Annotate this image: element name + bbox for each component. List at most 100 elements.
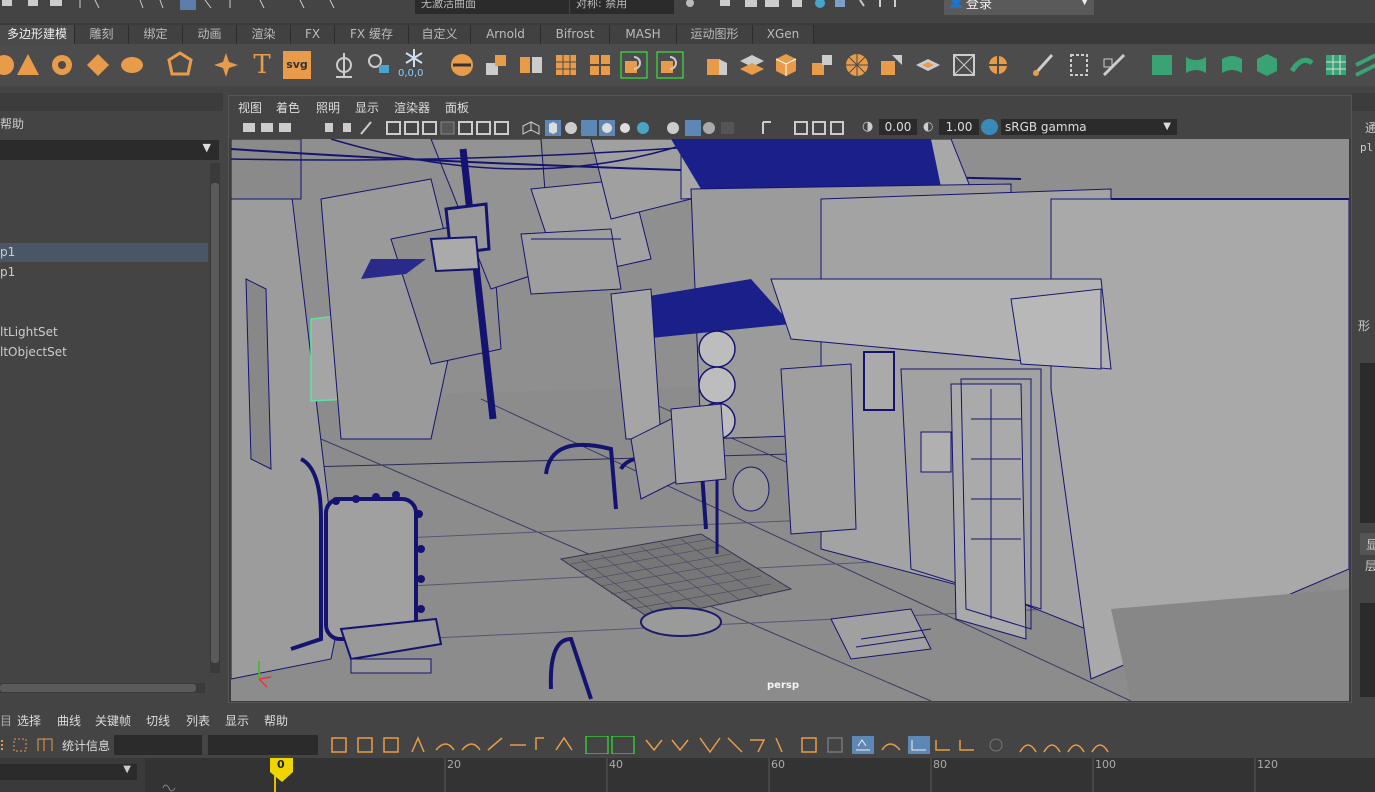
login-combo[interactable]: 👤 登录 ▼ <box>944 0 1094 15</box>
active-surface-combo[interactable]: 无激活曲面 <box>415 0 569 14</box>
exposure-icon: ◑ <box>862 119 874 134</box>
bevel-icon[interactable] <box>772 51 800 79</box>
stats-field-1[interactable] <box>114 735 202 755</box>
tab-rendering[interactable]: 渲染 <box>237 25 291 44</box>
stats-field-2[interactable] <box>208 735 318 755</box>
target-weld-icon[interactable] <box>878 51 906 79</box>
tab-mash[interactable]: MASH <box>610 25 677 44</box>
menu-shading[interactable]: 着色 <box>276 99 300 116</box>
tab-arnold[interactable]: Arnold <box>471 25 541 44</box>
tab-custom[interactable]: 自定义 <box>409 25 471 44</box>
colorspace-toggle[interactable] <box>981 119 998 135</box>
retopo-icon[interactable] <box>620 51 648 79</box>
graph-select-icons[interactable] <box>0 736 60 754</box>
menu-keys[interactable]: 关键帧 <box>95 712 131 729</box>
uv-sphere-icon[interactable] <box>984 51 1012 79</box>
svg-tool-icon[interactable]: svg <box>283 51 311 79</box>
menu-list[interactable]: 列表 <box>186 712 210 729</box>
tab-bifrost[interactable]: Bifrost <box>541 25 610 44</box>
bridge-icon[interactable] <box>738 51 766 79</box>
outliner-hscroll-thumb[interactable] <box>0 684 196 692</box>
menu-lighting[interactable]: 照明 <box>316 99 340 116</box>
nurbs-grid-icon[interactable] <box>1322 51 1350 79</box>
colorspace-combo[interactable]: sRGB gamma ▼ <box>1001 119 1177 135</box>
timeline-ruler[interactable] <box>145 758 1375 792</box>
poly-disc-icon[interactable] <box>118 51 146 79</box>
viewport-toolbar-icons-2[interactable] <box>759 120 859 136</box>
menu-tangents[interactable]: 切线 <box>146 712 170 729</box>
outliner-help-menu[interactable]: 帮助 <box>0 115 24 132</box>
pivot-icon[interactable] <box>330 51 358 79</box>
render-toolbar-icons[interactable] <box>680 0 940 14</box>
nurbs-extra-icon[interactable] <box>1352 51 1375 79</box>
outliner-item-object-set[interactable]: ltObjectSet <box>0 343 208 362</box>
3d-scene-view[interactable]: persp <box>231 139 1349 701</box>
sparkle-icon[interactable] <box>212 51 240 79</box>
multicut-icon[interactable] <box>843 51 871 79</box>
viewport-toolbar-icons[interactable] <box>233 120 753 136</box>
shape-list[interactable] <box>1360 363 1375 523</box>
shelf: T svg 0,0,0 <box>0 44 1375 86</box>
outliner-item[interactable]: p1 <box>0 263 208 282</box>
current-frame-marker[interactable]: 0 <box>277 758 285 771</box>
tab-animation[interactable]: 动画 <box>183 25 237 44</box>
smooth-icon[interactable] <box>552 51 580 79</box>
nurbs-plane-icon[interactable] <box>1182 51 1210 79</box>
layer-list[interactable] <box>1360 603 1375 697</box>
nurbs-cylinder-icon[interactable] <box>1218 51 1246 79</box>
extrude-icon[interactable] <box>703 51 731 79</box>
remesh-icon[interactable] <box>586 51 614 79</box>
tab-rigging[interactable]: 绑定 <box>129 25 183 44</box>
platonic-solid-icon[interactable] <box>166 51 194 79</box>
poly-torus-icon[interactable] <box>48 51 76 79</box>
tab-xgen[interactable]: XGen <box>753 25 814 44</box>
tab-fx-cache[interactable]: FX 缓存 <box>335 25 409 44</box>
gamma-field[interactable]: 1.00 <box>939 119 979 135</box>
tab-polygon-modeling[interactable]: 多边形建模 <box>0 25 75 44</box>
attribute-tab-label[interactable]: 通 <box>1365 119 1375 136</box>
graph-tangent-icons[interactable] <box>330 736 1120 754</box>
time-slider[interactable]: ▼ 0 20 40 60 80 100 120 <box>0 758 1375 792</box>
lattice-icon[interactable] <box>1065 51 1093 79</box>
symmetry-combo[interactable]: 对称: 禁用 <box>570 0 674 14</box>
tab-fx[interactable]: FX <box>291 25 335 44</box>
fill-hole-icon[interactable] <box>914 51 942 79</box>
nurbs-cube-icon[interactable] <box>1253 51 1281 79</box>
exposure-field[interactable]: 0.00 <box>879 119 917 135</box>
menu-curves[interactable]: 曲线 <box>57 712 81 729</box>
menu-show[interactable]: 显示 <box>355 99 379 116</box>
menu-select[interactable]: 选择 <box>17 712 41 729</box>
status-line-icons[interactable] <box>0 0 410 14</box>
snap-icon[interactable] <box>365 51 393 79</box>
menu-panels[interactable]: 面板 <box>445 99 469 116</box>
separate-icon[interactable] <box>482 51 510 79</box>
combine-icon[interactable] <box>448 51 476 79</box>
nurbs-square-icon[interactable] <box>1148 51 1176 79</box>
paint-brush-icon[interactable] <box>1030 51 1058 79</box>
uv-editor-icon[interactable] <box>950 51 978 79</box>
tab-motion-graphics[interactable]: 运动图形 <box>677 25 753 44</box>
menu-help[interactable]: 帮助 <box>264 712 288 729</box>
outliner-horizontal-scrollbar[interactable] <box>0 683 205 693</box>
append-icon[interactable] <box>808 51 836 79</box>
menu-display[interactable]: 显示 <box>225 712 249 729</box>
outliner-item-light-set[interactable]: ltLightSet <box>0 323 208 342</box>
snowflake-icon[interactable] <box>400 47 428 69</box>
text-tool-icon[interactable]: T <box>248 51 276 79</box>
channel-combo[interactable]: ▼ <box>0 764 137 780</box>
outliner-vertical-scrollbar[interactable] <box>210 163 220 673</box>
outliner-item-selected[interactable]: p1 <box>0 243 208 262</box>
timeline-tick: 20 <box>447 758 461 771</box>
nurbs-loft-icon[interactable] <box>1288 51 1316 79</box>
outliner-filter-combo[interactable]: ▼ <box>0 140 219 160</box>
menu-view[interactable]: 视图 <box>238 99 262 116</box>
menu-renderer[interactable]: 渲染器 <box>394 99 430 116</box>
sculpt-brush-icon[interactable] <box>1100 51 1128 79</box>
mirror-icon[interactable] <box>517 51 545 79</box>
tab-sculpting[interactable]: 雕刻 <box>75 25 129 44</box>
poly-cone-icon[interactable] <box>14 51 42 79</box>
outliner-vscroll-thumb[interactable] <box>211 183 219 663</box>
poly-plane-icon[interactable] <box>84 51 112 79</box>
retopo2-icon[interactable] <box>656 51 684 79</box>
timeline-tick: 120 <box>1257 758 1278 771</box>
